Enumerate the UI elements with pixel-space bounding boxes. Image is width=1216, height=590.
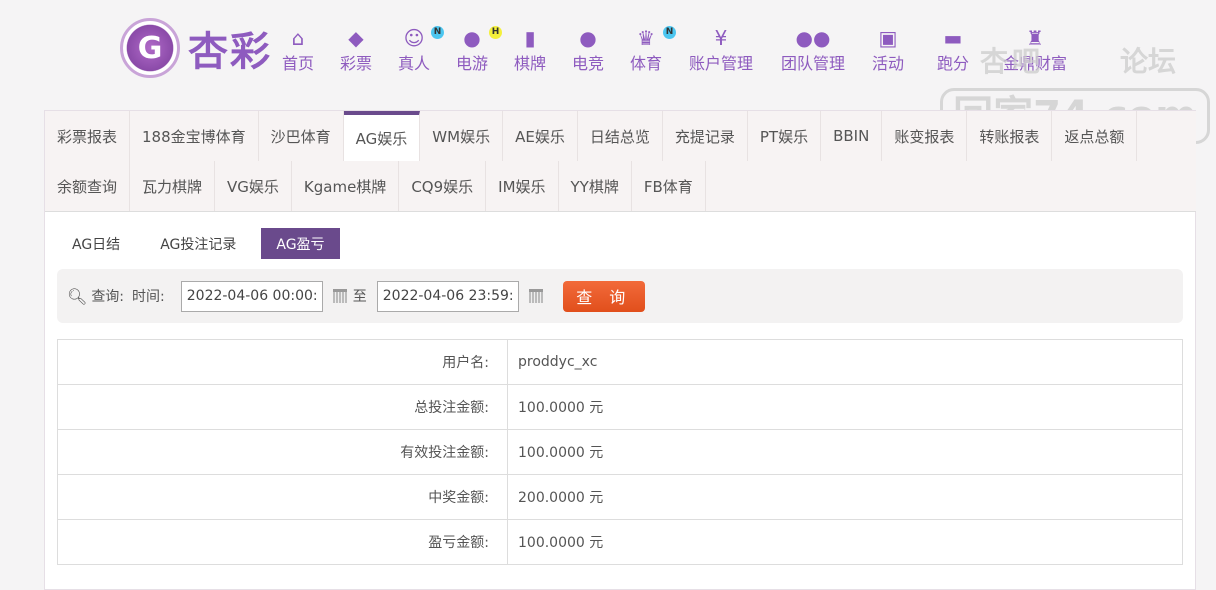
nav-item[interactable]: ●● 团队管理 [781, 26, 845, 74]
nav-label: 首页 [281, 54, 315, 73]
tab[interactable]: AG娱乐 [343, 111, 421, 161]
nav-label: 活动 [871, 54, 905, 73]
table-row: 有效投注金额: 100.0000 元 [57, 429, 1183, 475]
ticket-icon: ◆ [348, 26, 364, 50]
nav-item[interactable]: ▣ 活动 [872, 26, 904, 74]
end-time-input[interactable] [376, 280, 519, 312]
nav-label: 棋牌 [513, 54, 547, 73]
nav-label: 彩票 [339, 54, 373, 73]
tab[interactable]: AE娱乐 [503, 111, 578, 161]
tab[interactable]: WM娱乐 [420, 111, 504, 161]
sub-tab[interactable]: AG盈亏 [261, 228, 340, 259]
tab[interactable]: 沙巴体育 [259, 111, 344, 161]
tab[interactable]: IM娱乐 [486, 161, 559, 211]
nav-label: 体育 [629, 54, 663, 73]
report-tabs: 彩票报表 188金宝博体育 沙巴体育 AG娱乐 WM娱乐 AE娱乐 日结总览 充提记录 PT娱乐… [45, 111, 1196, 212]
tab[interactable]: CQ9娱乐 [399, 161, 487, 211]
tab[interactable]: PT娱乐 [748, 111, 822, 161]
nav-label: 电竞 [571, 54, 605, 73]
query-button[interactable]: 查 询 [562, 280, 645, 312]
nav-item[interactable]: ▮ 棋牌 [514, 26, 546, 74]
nav-label: 电游 [455, 54, 489, 73]
yen-coin-icon: ¥ [714, 26, 728, 50]
tab[interactable]: 日结总览 [578, 111, 663, 161]
table-row: 盈亏金额: 100.0000 元 [57, 519, 1183, 565]
row-label: 有效投注金额: [57, 429, 508, 475]
home-icon: ⌂ [291, 26, 305, 50]
logo-mark: G [120, 18, 180, 78]
row-value: 100.0000 元 [507, 384, 1183, 430]
row-value: 100.0000 元 [507, 429, 1183, 475]
table-row: 总投注金额: 100.0000 元 [57, 384, 1183, 430]
query-label: 查询: [91, 289, 125, 305]
nav-label: 真人 [397, 54, 431, 73]
nav-item[interactable]: ♜ 金鼎财富 [1003, 26, 1067, 74]
row-value: 100.0000 元 [507, 519, 1183, 565]
result-table: 用户名: proddyc_xc 总投注金额: 100.0000 元有效投注金额: 100… [57, 339, 1183, 565]
nav-label: 金鼎财富 [1002, 54, 1068, 73]
nav-item[interactable]: ♛ N 体育 [629, 26, 677, 74]
calendar-icon[interactable] [332, 289, 347, 303]
start-time-input[interactable] [180, 280, 323, 312]
badge: H [489, 26, 503, 39]
esports-gamepad-icon: ● [579, 26, 597, 50]
rhino-icon: ▬ [943, 26, 963, 50]
row-label: 盈亏金额: [57, 519, 508, 565]
trophy-icon: ♛ [637, 26, 655, 50]
row-value: 200.0000 元 [507, 474, 1183, 520]
tab[interactable]: VG娱乐 [215, 161, 292, 211]
nav-item[interactable]: ● H 电游 [455, 26, 503, 74]
tab[interactable]: Kgame棋牌 [292, 161, 400, 211]
tab[interactable]: 账变报表 [882, 111, 968, 161]
gamepad-icon: ● [463, 26, 481, 50]
header: G 杏彩 ⌂ 首页 ◆ 彩票 ☺ N 真人 ● H 电游 ▮ 棋牌 ● 电竞 ♛ N 体育 ¥ 账户管理 ●● 团队管理… [0, 0, 1216, 100]
calendar-icon[interactable] [528, 289, 543, 303]
query-bar: 🔍︎ 查询: 时间: 至 查 询 [57, 269, 1183, 323]
tab[interactable]: 188金宝博体育 [130, 111, 259, 161]
nav-item[interactable]: ¥ 账户管理 [689, 26, 753, 74]
tab[interactable]: 返点总额 [1052, 111, 1138, 161]
tab[interactable]: FB体育 [632, 161, 706, 211]
sub-tab[interactable]: AG日结 [57, 228, 135, 259]
table-row: 用户名: proddyc_xc [57, 339, 1183, 385]
gift-icon: ▣ [878, 26, 898, 50]
tab[interactable]: 彩票报表 [45, 111, 131, 161]
tab[interactable]: BBIN [821, 111, 883, 161]
nav-item[interactable]: ☺ N 真人 [397, 26, 445, 74]
badge: N [431, 26, 445, 39]
time-label: 时间: [132, 289, 165, 305]
cards-icon: ▮ [524, 26, 536, 50]
report-panel: 彩票报表 188金宝博体育 沙巴体育 AG娱乐 WM娱乐 AE娱乐 日结总览 充提记录 PT娱乐… [44, 110, 1196, 590]
row-label: 用户名: [57, 339, 508, 385]
brand-name: 杏彩 [188, 29, 272, 75]
row-value: proddyc_xc [507, 339, 1183, 385]
nav-item[interactable]: ◆ 彩票 [340, 26, 372, 74]
row-label: 中奖金额: [57, 474, 508, 520]
row-label: 总投注金额: [57, 384, 508, 430]
tab[interactable]: 转账报表 [967, 111, 1053, 161]
logo[interactable]: G 杏彩 [120, 18, 272, 78]
nav-item[interactable]: ⌂ 首页 [282, 26, 314, 74]
nav-item[interactable]: ▬ 跑分 [937, 26, 969, 74]
tripod-icon: ♜ [1026, 26, 1044, 50]
live-dealer-icon: ☺ [403, 26, 425, 50]
nav-item[interactable]: ● 电竞 [572, 26, 604, 74]
team-icon: ●● [795, 26, 831, 50]
tab[interactable]: 余额查询 [45, 161, 131, 211]
nav-label: 账户管理 [688, 54, 754, 73]
nav-label: 团队管理 [780, 54, 846, 73]
tab[interactable]: 充提记录 [663, 111, 748, 161]
to-label: 至 [352, 289, 367, 305]
badge: N [663, 26, 677, 39]
sub-tab[interactable]: AG投注记录 [145, 228, 251, 259]
tab[interactable]: YY棋牌 [559, 161, 632, 211]
sub-tabs: AG日结 AG投注记录 AG盈亏 [57, 228, 350, 259]
tab[interactable]: 瓦力棋牌 [130, 161, 216, 211]
nav-label: 跑分 [936, 54, 970, 73]
table-row: 中奖金额: 200.0000 元 [57, 474, 1183, 520]
search-icon: 🔍︎ [67, 286, 88, 306]
